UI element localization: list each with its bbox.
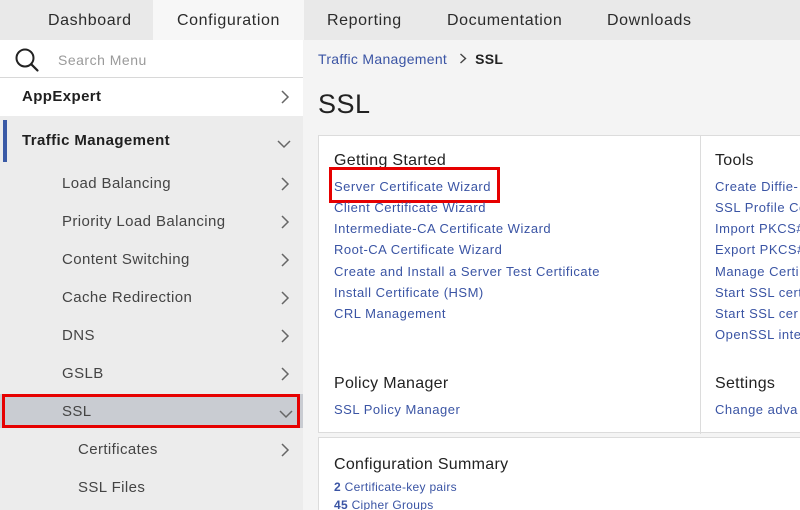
main-content: Traffic Management SSL SSL Getting Start…: [303, 40, 800, 510]
tab-configuration[interactable]: Configuration: [153, 0, 304, 40]
sidebar-item-label: GSLB: [62, 365, 104, 382]
tab-reporting[interactable]: Reporting: [327, 0, 402, 40]
breadcrumb-link-traffic-management[interactable]: Traffic Management: [318, 51, 447, 67]
breadcrumb-current: SSL: [475, 51, 504, 67]
chevron-right-icon: [279, 329, 291, 343]
link-export-pkcs[interactable]: Export PKCS#: [715, 242, 800, 257]
summary-count: 2: [334, 480, 341, 494]
summary-label: Cipher Groups: [351, 498, 434, 510]
top-nav-bar: Dashboard Configuration Reporting Docume…: [0, 0, 800, 40]
link-import-pkcs[interactable]: Import PKCS#: [715, 221, 800, 236]
sidebar-item-traffic-management[interactable]: Traffic Management: [0, 122, 303, 160]
configuration-summary-title: Configuration Summary: [334, 456, 509, 473]
link-ssl-policy-manager[interactable]: SSL Policy Manager: [334, 402, 460, 417]
link-root-ca-certificate-wizard[interactable]: Root-CA Certificate Wizard: [334, 242, 502, 257]
search-icon[interactable]: [14, 47, 40, 73]
sidebar-item-cache-redirection[interactable]: Cache Redirection: [0, 279, 303, 317]
summary-count: 45: [334, 498, 348, 510]
policy-manager-title: Policy Manager: [334, 375, 449, 392]
highlight-box: [329, 167, 500, 203]
link-client-certificate-wizard[interactable]: Client Certificate Wizard: [334, 200, 486, 215]
sidebar-item-label: AppExpert: [22, 88, 102, 105]
chevron-right-icon: [279, 90, 291, 104]
link-ssl-profile-conversion[interactable]: SSL Profile Co: [715, 200, 800, 215]
page-title: SSL: [318, 89, 371, 119]
sidebar-item-label: Certificates: [78, 441, 158, 458]
chevron-down-icon: [277, 136, 291, 149]
chevron-right-icon: [459, 51, 467, 67]
sidebar-item-label: Priority Load Balancing: [62, 213, 226, 230]
link-change-advanced-settings[interactable]: Change adva: [715, 402, 798, 417]
link-create-install-server-test-certificate[interactable]: Create and Install a Server Test Certifi…: [334, 264, 600, 279]
configuration-summary-panel: Configuration Summary 2 Certificate-key …: [318, 437, 800, 510]
sidebar-item-appexpert[interactable]: AppExpert: [0, 78, 303, 116]
sidebar-item-content-switching[interactable]: Content Switching: [0, 241, 303, 279]
highlight-box: [2, 394, 300, 428]
search-input[interactable]: [58, 49, 288, 71]
sidebar-item-load-balancing[interactable]: Load Balancing: [0, 165, 303, 203]
sidebar-item-label: Load Balancing: [62, 175, 172, 192]
link-intermediate-ca-certificate-wizard[interactable]: Intermediate-CA Certificate Wizard: [334, 221, 551, 236]
sidebar-item-priority-load-balancing[interactable]: Priority Load Balancing: [0, 203, 303, 241]
sidebar-item-dns[interactable]: DNS: [0, 317, 303, 355]
search-bar: [0, 40, 303, 78]
sidebar: AppExpert Traffic Management Load Balanc…: [0, 40, 303, 510]
panel-divider: [700, 136, 701, 434]
summary-label: Certificate-key pairs: [344, 480, 457, 494]
chevron-right-icon: [279, 443, 291, 457]
chevron-right-icon: [279, 215, 291, 229]
summary-row-certificate-key-pairs[interactable]: 2 Certificate-key pairs: [334, 480, 457, 494]
chevron-right-icon: [279, 253, 291, 267]
sidebar-item-label: DNS: [62, 327, 95, 344]
sidebar-item-label: Cache Redirection: [62, 289, 193, 306]
breadcrumb: Traffic Management SSL: [318, 51, 503, 67]
tab-dashboard[interactable]: Dashboard: [48, 0, 132, 40]
tab-downloads[interactable]: Downloads: [607, 0, 692, 40]
link-manage-certificates[interactable]: Manage Certi: [715, 264, 799, 279]
chevron-right-icon: [279, 291, 291, 305]
link-install-certificate-hsm[interactable]: Install Certificate (HSM): [334, 285, 484, 300]
chevron-right-icon: [279, 367, 291, 381]
sidebar-item-gslb[interactable]: GSLB: [0, 355, 303, 393]
link-start-ssl-certificate-2[interactable]: Start SSL cer: [715, 306, 798, 321]
link-create-diffie-hellman[interactable]: Create Diffie-: [715, 179, 798, 194]
settings-title: Settings: [715, 375, 776, 392]
sidebar-item-label: Traffic Management: [22, 132, 171, 149]
sidebar-item-label: SSL Files: [78, 479, 146, 496]
link-openssl-interface[interactable]: OpenSSL inte: [715, 327, 800, 342]
sidebar-item-label: Content Switching: [62, 251, 190, 268]
link-crl-management[interactable]: CRL Management: [334, 306, 446, 321]
chevron-right-icon: [279, 177, 291, 191]
link-start-ssl-certificate-1[interactable]: Start SSL cert: [715, 285, 800, 300]
tab-documentation[interactable]: Documentation: [447, 0, 562, 40]
ssl-overview-panel: Getting Started Server Certificate Wizar…: [318, 135, 800, 434]
tools-title: Tools: [715, 152, 754, 169]
sidebar-item-ssl-files[interactable]: SSL Files: [0, 469, 303, 507]
summary-row-cipher-groups[interactable]: 45 Cipher Groups: [334, 498, 434, 510]
sidebar-item-certificates[interactable]: Certificates: [0, 431, 303, 469]
